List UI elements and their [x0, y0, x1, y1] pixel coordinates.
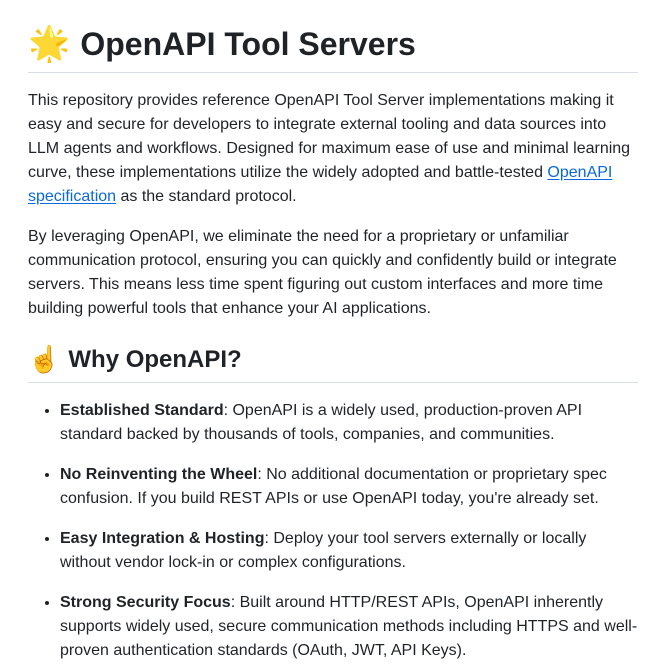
intro-paragraph-1: This repository provides reference OpenA…: [28, 89, 638, 209]
glowing-star-icon: 🌟: [28, 24, 71, 64]
page-title: 🌟 OpenAPI Tool Servers: [28, 0, 638, 73]
list-item: No Reinventing the Wheel: No additional …: [60, 463, 638, 511]
why-openapi-list: Established Standard: OpenAPI is a widel…: [28, 399, 638, 663]
list-item: Strong Security Focus: Built around HTTP…: [60, 591, 638, 663]
readme-content: 🌟 OpenAPI Tool Servers This repository p…: [0, 0, 660, 663]
why-openapi-heading: ☝️ Why OpenAPI?: [28, 344, 638, 383]
list-item-term: No Reinventing the Wheel: [60, 466, 258, 483]
intro-paragraph-1-text: This repository provides reference OpenA…: [28, 92, 631, 181]
pointing-up-icon: ☝️: [28, 345, 61, 375]
list-item-term: Strong Security Focus: [60, 594, 231, 611]
list-item: Easy Integration & Hosting: Deploy your …: [60, 527, 638, 575]
intro-paragraph-1-tail: as the standard protocol.: [116, 188, 297, 205]
intro-paragraph-2: By leveraging OpenAPI, we eliminate the …: [28, 228, 617, 317]
page-title-text: OpenAPI Tool Servers: [80, 26, 416, 62]
list-item-term: Established Standard: [60, 402, 224, 419]
why-openapi-heading-text: Why OpenAPI?: [68, 346, 242, 373]
list-item: Established Standard: OpenAPI is a widel…: [60, 399, 638, 447]
list-item-term: Easy Integration & Hosting: [60, 530, 265, 547]
